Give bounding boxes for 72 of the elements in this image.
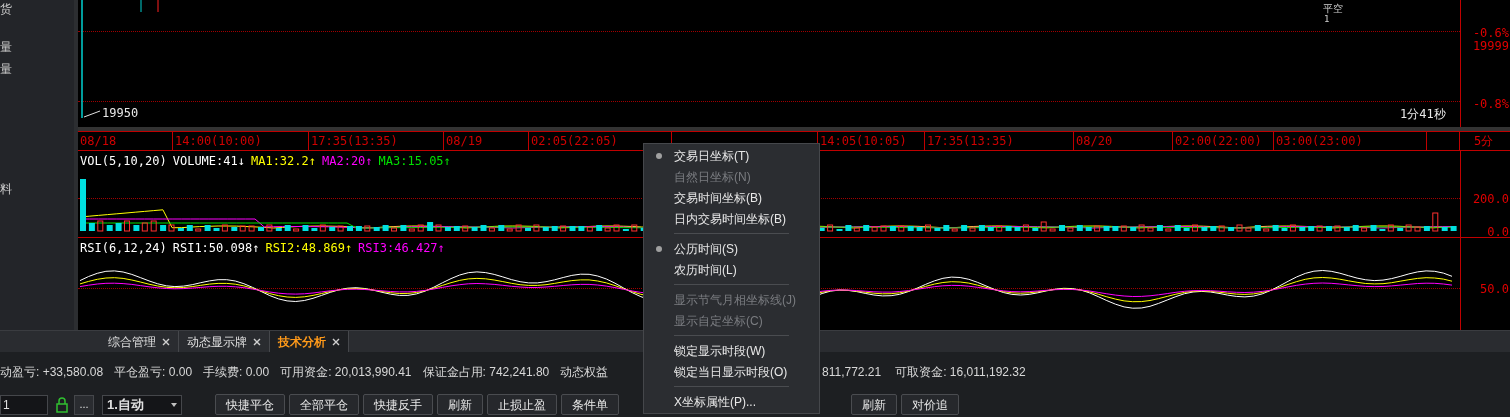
sidebar-item[interactable]: 量 — [0, 38, 12, 56]
account-field: 手续费: 0.00 — [203, 363, 270, 381]
lock-icon[interactable] — [56, 396, 68, 413]
time-label: 17:35(13:35) — [927, 133, 1014, 150]
more-button[interactable]: ... — [74, 394, 94, 415]
time-label: 17:35(13:35) — [311, 133, 398, 150]
account-field: 811,772.21 — [822, 363, 882, 381]
account-field: 动态权益 — [560, 363, 609, 381]
legend-label: VOL(5,10,20) — [80, 153, 167, 170]
period-label[interactable]: 5分 — [1474, 132, 1494, 150]
time-label: 02:00(22:00) — [1175, 133, 1262, 150]
menu-item[interactable]: X坐标属性(P)... — [674, 392, 756, 411]
toolbar-button[interactable]: 对价追 — [901, 394, 959, 415]
sidebar-item[interactable]: 量 — [0, 60, 12, 78]
countdown-label: 1分41秒 — [1400, 106, 1446, 123]
trade-count: 1 — [1324, 13, 1330, 26]
legend-label: RSI3:46.427↑ — [358, 240, 445, 257]
toolbar-button[interactable]: 全部平仓 — [289, 394, 359, 415]
price-label: 19950 — [102, 105, 139, 122]
sidebar-item[interactable]: 料 — [0, 180, 12, 198]
time-label: 08/20 — [1076, 133, 1113, 150]
axis-label: 200.0 — [1472, 191, 1509, 208]
menu-item: 自然日坐标(N) — [674, 168, 751, 186]
menu-item[interactable]: 交易时间坐标(B) — [674, 188, 762, 207]
menu-item[interactable]: 公历时间(S) — [674, 239, 738, 258]
menu-item[interactable]: 日内交易时间坐标(B) — [674, 209, 786, 228]
quantity-field[interactable]: 1 — [0, 394, 48, 415]
legend-label: RSI1:50.098↑ — [172, 240, 260, 257]
legend-label: MA1:32.2↑ — [250, 153, 316, 170]
close-icon[interactable] — [332, 337, 340, 346]
menu-item[interactable]: 交易日坐标(T) — [674, 146, 750, 165]
account-field: 可取资金: 16,011,192.32 — [895, 363, 1026, 381]
account-field: 可用资金: 20,013,990.41 — [280, 363, 412, 381]
axis-label: 19999 — [1472, 38, 1509, 55]
legend-label: MA2:20↑ — [322, 153, 373, 170]
time-label: 08/18 — [80, 133, 117, 150]
leader-line — [84, 110, 102, 118]
menu-item: 显示节气月相坐标线(J) — [674, 291, 796, 309]
toolbar-button[interactable]: 止损止盈 — [487, 394, 557, 415]
legend-label: VOLUME:41↓ — [172, 153, 245, 170]
menu-item: 显示自定坐标(C) — [674, 312, 763, 330]
mode-dropdown[interactable]: 1.自动 — [102, 394, 182, 415]
close-icon[interactable] — [162, 337, 170, 346]
legend-label: RSI(6,12,24) — [80, 240, 167, 257]
menu-item[interactable]: 锁定当日显示时段(O) — [674, 362, 788, 381]
toolbar-button[interactable]: 快捷反手 — [363, 394, 433, 415]
menu-item[interactable]: 锁定显示时段(W) — [674, 341, 766, 360]
toolbar-button[interactable]: 刷新 — [437, 394, 483, 415]
account-field: 保证金占用: 742,241.80 — [422, 363, 550, 381]
legend-label: RSI2:48.869↑ — [265, 240, 353, 257]
time-label: 03:00(23:00) — [1276, 133, 1363, 150]
tab[interactable]: 动态显示牌 — [187, 332, 247, 351]
axis-label: -0.6% — [1472, 25, 1509, 41]
axis-label: -0.8% — [1472, 96, 1509, 113]
axis-label: 0.0 — [1487, 224, 1509, 241]
tab[interactable]: 综合管理 — [108, 332, 156, 351]
time-label: 14:05(10:05) — [820, 133, 907, 150]
time-label: 02:05(22:05) — [531, 133, 618, 150]
close-icon[interactable] — [253, 337, 261, 346]
menu-item[interactable]: 农历时间(L) — [674, 260, 737, 279]
axis-label: 50.0 — [1480, 281, 1509, 298]
time-label: 14:00(10:00) — [175, 133, 262, 150]
legend-label: MA3:15.05↑ — [378, 153, 451, 170]
time-label: 08/19 — [446, 133, 483, 150]
trade-marker: 平空 — [1323, 2, 1343, 15]
toolbar-button[interactable]: 刷新 — [851, 394, 897, 415]
caret-icon — [171, 402, 177, 407]
account-field: 平仓盈亏: 0.00 — [114, 363, 193, 381]
toolbar-button[interactable]: 条件单 — [561, 394, 619, 415]
sidebar-item[interactable]: 货 — [0, 0, 12, 18]
account-field: 动盈亏: +33,580.08 — [0, 363, 104, 381]
toolbar-button[interactable]: 快捷平仓 — [215, 394, 285, 415]
